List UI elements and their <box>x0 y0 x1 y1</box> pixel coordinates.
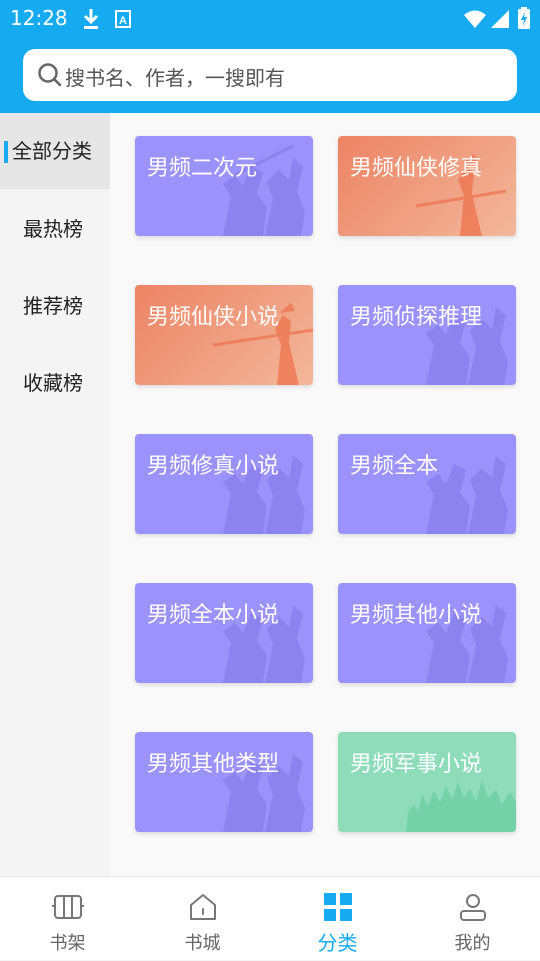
category-label: 男频军事小说 <box>350 752 483 777</box>
bookshelf-icon <box>51 895 84 919</box>
category-label: 男频其他类型 <box>147 752 280 777</box>
tab-category[interactable]: 分类 <box>270 877 405 961</box>
tab-label: 我的 <box>454 933 491 954</box>
category-card[interactable]: 男频二次元 <box>135 136 313 236</box>
category-card[interactable]: 男频仙侠小说 <box>135 285 313 385</box>
sidebar-item-label: 全部分类 <box>12 139 92 163</box>
category-card[interactable]: 男频军事小说 <box>338 732 516 832</box>
category-label: 男频全本 <box>350 454 439 479</box>
profile-icon <box>459 894 486 921</box>
category-label: 男频修真小说 <box>147 454 280 479</box>
category-grid: 男频二次元 男频仙侠修真 男频仙侠小说 男频侦探推理 男频修真小说 男频全本 男… <box>110 113 540 876</box>
tab-profile[interactable]: 我的 <box>405 877 540 961</box>
category-label: 男频其他小说 <box>350 603 483 628</box>
battery-icon <box>518 7 530 33</box>
tab-label: 书架 <box>49 933 86 954</box>
sidebar-item-recommend[interactable]: 推荐榜 <box>0 268 110 344</box>
category-label: 男频仙侠修真 <box>350 156 483 181</box>
category-sidebar: 全部分类 最热榜 推荐榜 收藏榜 <box>0 113 110 876</box>
category-card[interactable]: 男频修真小说 <box>135 434 313 534</box>
sidebar-item-favorites[interactable]: 收藏榜 <box>0 345 110 421</box>
category-card[interactable]: 男频全本 <box>338 434 516 534</box>
sidebar-item-label: 最热榜 <box>23 217 83 241</box>
category-label: 男频仙侠小说 <box>147 305 280 330</box>
category-card[interactable]: 男频仙侠修真 <box>338 136 516 236</box>
sidebar-item-label: 收藏榜 <box>23 371 83 395</box>
download-icon <box>82 8 100 34</box>
category-card[interactable]: 男频全本小说 <box>135 583 313 683</box>
tab-label: 书城 <box>184 933 221 954</box>
sidebar-item-label: 推荐榜 <box>23 294 83 318</box>
bottom-tab-bar: 书架 书城 分类 我的 <box>0 876 540 960</box>
army-illustration <box>406 780 516 832</box>
category-card[interactable]: 男频其他小说 <box>338 583 516 683</box>
tab-bookshelf[interactable]: 书架 <box>0 877 135 961</box>
tab-bookstore[interactable]: 书城 <box>135 877 270 961</box>
svg-text:A: A <box>119 15 127 27</box>
wifi-icon <box>463 9 487 33</box>
tab-label: 分类 <box>317 931 358 955</box>
category-label: 男频侦探推理 <box>350 305 483 330</box>
category-card[interactable]: 男频其他类型 <box>135 732 313 832</box>
sidebar-item-all[interactable]: 全部分类 <box>0 113 110 189</box>
search-input[interactable]: 搜书名、作者，一搜即有 <box>23 49 517 101</box>
status-bar: 12:28 A <box>0 0 540 38</box>
status-time: 12:28 <box>10 6 68 30</box>
sidebar-item-hot[interactable]: 最热榜 <box>0 191 110 267</box>
home-icon <box>189 894 216 920</box>
signal-icon <box>490 9 510 33</box>
header: 搜书名、作者，一搜即有 <box>0 38 540 113</box>
search-placeholder: 搜书名、作者，一搜即有 <box>65 66 285 90</box>
search-icon <box>37 62 63 92</box>
category-card[interactable]: 男频侦探推理 <box>338 285 516 385</box>
category-label: 男频二次元 <box>147 156 258 181</box>
active-indicator <box>4 141 8 163</box>
category-icon <box>323 893 352 921</box>
font-icon: A <box>115 10 131 32</box>
category-label: 男频全本小说 <box>147 603 280 628</box>
